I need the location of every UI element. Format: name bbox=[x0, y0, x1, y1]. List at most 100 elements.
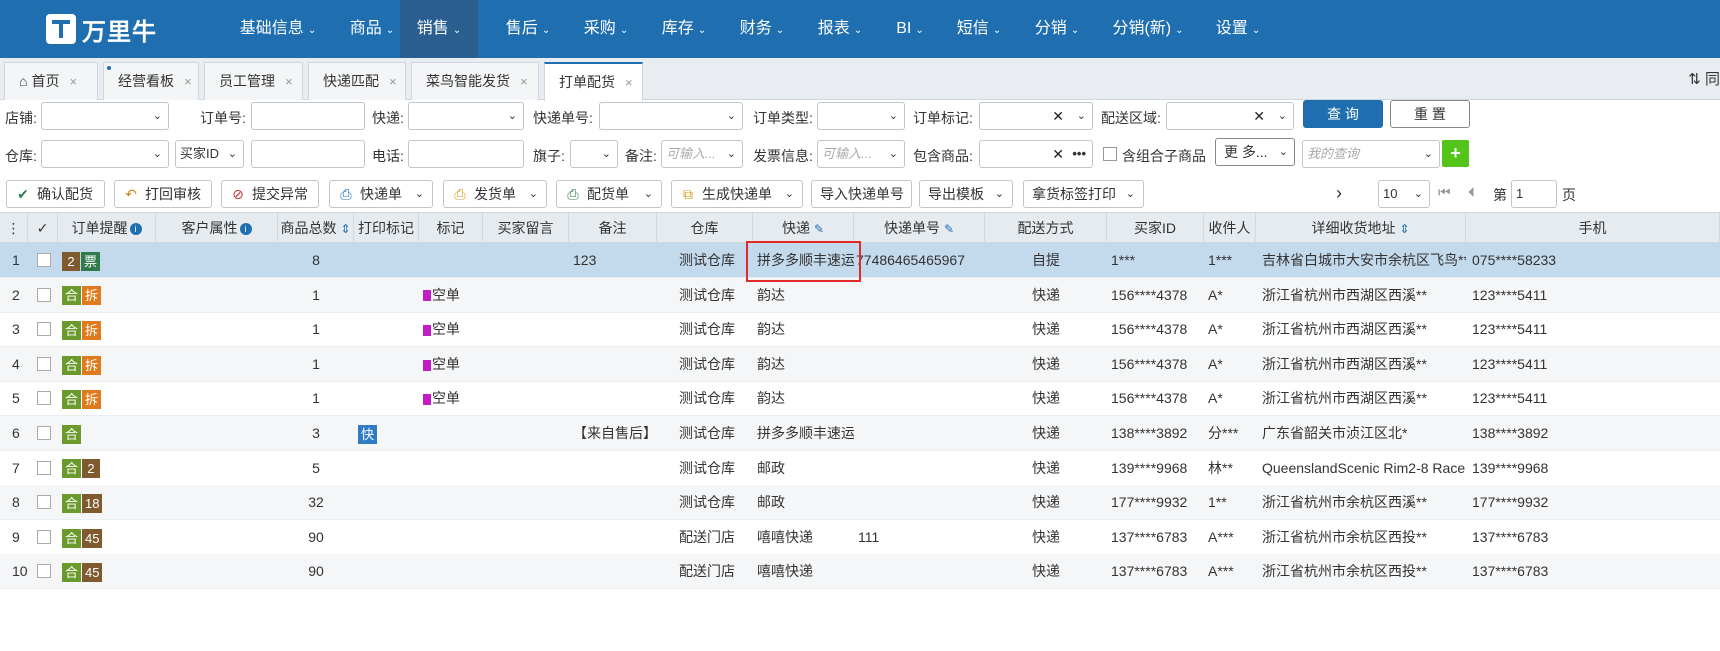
table-row[interactable]: 合 18 8 32 测试仓库 邮政 快递 177****9932 1** 浙江省杭州市余杭区西溪*… bbox=[0, 485, 1720, 521]
nav-item[interactable]: 采购 ⌄ bbox=[574, 0, 638, 58]
column-header[interactable]: 商品总数 ⇕ bbox=[278, 213, 354, 243]
clear-icon[interactable]: ✕ bbox=[1052, 141, 1064, 167]
column-header[interactable]: 配送方式 bbox=[985, 213, 1107, 243]
flag-select[interactable]: ⌄ bbox=[570, 140, 618, 168]
table-row[interactable]: 合 45 10 90 配送门店 嘻嘻快递 快递 137****6783 A*** 浙江省杭州市余杭… bbox=[0, 554, 1720, 590]
row-checkbox[interactable] bbox=[37, 529, 51, 544]
close-icon[interactable]: × bbox=[520, 74, 528, 89]
nav-item[interactable]: 库存 ⌄ bbox=[652, 0, 716, 58]
row-checkbox[interactable] bbox=[37, 391, 51, 406]
add-query-button[interactable]: + bbox=[1442, 140, 1469, 167]
nav-item[interactable]: 售后 ⌄ bbox=[496, 0, 560, 58]
toolbar-button[interactable]: ⎙ 快递单 ⌄ bbox=[329, 180, 433, 208]
shop-select[interactable]: ⌄ bbox=[41, 102, 169, 130]
warehouse-select[interactable]: ⌄ bbox=[41, 140, 169, 168]
toolbar-button[interactable]: ↶ 打回审核 bbox=[114, 180, 212, 208]
express-select[interactable]: ⌄ bbox=[408, 102, 524, 130]
column-header[interactable]: 详细收货地址 ⇕ bbox=[1256, 213, 1466, 243]
tab-item[interactable]: 打单配货 × bbox=[544, 62, 643, 101]
nav-item[interactable]: BI ⌄ bbox=[886, 0, 934, 58]
column-header[interactable]: 打印标记 bbox=[354, 213, 419, 243]
column-header[interactable]: 买家留言 bbox=[483, 213, 569, 243]
tracking-no-select[interactable]: ⌄ bbox=[599, 102, 743, 130]
prev-page-icon[interactable]: ⏴ bbox=[1468, 184, 1475, 201]
tab-item[interactable]: 员工管理 × bbox=[204, 62, 303, 100]
order-no-input[interactable] bbox=[251, 102, 365, 130]
row-checkbox[interactable] bbox=[37, 253, 51, 267]
clear-icon[interactable]: ✕ bbox=[1253, 103, 1265, 129]
column-header[interactable]: 备注 bbox=[569, 213, 657, 243]
table-row[interactable]: 合 45 9 90 配送门店 嘻嘻快递 111 快递 137****6783 A*** 浙江省杭州市… bbox=[0, 520, 1720, 555]
column-header[interactable]: 标记 bbox=[419, 213, 483, 243]
row-checkbox[interactable] bbox=[37, 495, 51, 510]
table-row[interactable]: 合拆 3 1 空单 测试仓库 韵达 快递 156****4378 A* 浙江省杭州市西湖区西溪**… bbox=[0, 312, 1720, 348]
column-header[interactable]: 客户属性 i bbox=[156, 213, 278, 243]
close-icon[interactable]: × bbox=[184, 74, 192, 89]
nav-item[interactable]: 商品 ⌄ bbox=[340, 0, 404, 58]
reset-button[interactable]: 重 置 bbox=[1390, 100, 1470, 128]
nav-item[interactable]: 分销(新) ⌄ bbox=[1103, 0, 1193, 58]
toolbar-button[interactable]: 导入快递单号 bbox=[811, 180, 912, 208]
row-checkbox[interactable] bbox=[37, 287, 51, 302]
column-header[interactable]: 手机 bbox=[1466, 213, 1720, 243]
table-row[interactable]: 合拆 4 1 空单 测试仓库 韵达 快递 156****4378 A* 浙江省杭州市西湖区西溪**… bbox=[0, 346, 1720, 382]
column-header[interactable]: 快递单号 ✎ bbox=[854, 213, 985, 243]
region-select[interactable]: ✕ ⌄ bbox=[1166, 102, 1294, 130]
nav-item[interactable]: 销售 ⌄ bbox=[400, 0, 478, 58]
column-header[interactable]: ⋮ bbox=[0, 213, 28, 243]
more-filters-button[interactable]: 更 多... ⌄ bbox=[1215, 138, 1295, 166]
contains-goods-input[interactable]: ✕ ••• bbox=[979, 140, 1093, 168]
table-row[interactable]: 合 6 3 快 【来自售后】 测试仓库 拼多多顺丰速运 快递 138****3892 分*** 广东… bbox=[0, 416, 1720, 451]
table-row[interactable]: 合拆 2 1 空单 测试仓库 韵达 快递 156****4378 A* 浙江省杭州市西湖区西溪**… bbox=[0, 277, 1720, 313]
column-header[interactable]: 快递 ✎ bbox=[753, 213, 854, 243]
page-size-select[interactable]: 10 ⌄ bbox=[1378, 180, 1430, 208]
page-number-input[interactable]: 1 bbox=[1511, 180, 1557, 208]
column-header[interactable]: ✓ bbox=[28, 213, 58, 243]
close-icon[interactable]: × bbox=[625, 75, 633, 90]
edit-icon[interactable]: ✎ bbox=[814, 222, 824, 236]
tab-bar-sync-toggle[interactable]: ⇅ 同 bbox=[1688, 68, 1720, 89]
nav-item[interactable]: 基础信息 ⌄ bbox=[233, 0, 323, 58]
table-row[interactable]: 合拆 5 1 空单 测试仓库 韵达 快递 156****4378 A* 浙江省杭州市西湖区西溪**… bbox=[0, 381, 1720, 417]
toolbar-button[interactable]: ⎙ 发货单 ⌄ bbox=[443, 180, 547, 208]
next-arrow-icon[interactable]: › bbox=[1336, 183, 1342, 204]
brand-logo[interactable]: 万里牛 bbox=[46, 13, 157, 46]
table-row[interactable]: 合 2 7 5 测试仓库 邮政 快递 139****9968 林** QueenslandScen… bbox=[0, 451, 1720, 486]
close-icon[interactable]: × bbox=[285, 74, 293, 89]
search-button[interactable]: 查 询 bbox=[1303, 100, 1383, 128]
buyer-id-input[interactable] bbox=[251, 140, 365, 168]
tab-item[interactable]: 经营看板 × bbox=[103, 62, 199, 100]
clear-icon[interactable]: ✕ bbox=[1052, 103, 1064, 129]
row-checkbox[interactable] bbox=[37, 564, 51, 579]
close-icon[interactable]: × bbox=[69, 74, 77, 89]
sort-icon[interactable]: ⇕ bbox=[340, 222, 350, 236]
tab-item[interactable]: ⌂ 首页 × bbox=[4, 62, 98, 100]
remark-input[interactable]: 可输入... ⌄ bbox=[661, 140, 743, 168]
phone-input[interactable] bbox=[408, 140, 524, 168]
nav-item[interactable]: 财务 ⌄ bbox=[730, 0, 794, 58]
nav-item[interactable]: 分销 ⌄ bbox=[1025, 0, 1089, 58]
nav-item[interactable]: 设置 ⌄ bbox=[1206, 0, 1270, 58]
column-header[interactable]: 买家ID bbox=[1107, 213, 1204, 243]
row-checkbox[interactable] bbox=[37, 356, 51, 371]
tab-item[interactable]: 快递匹配 × bbox=[308, 62, 406, 100]
order-mark-select[interactable]: ✕ ⌄ bbox=[979, 102, 1093, 130]
sort-icon[interactable]: ⇕ bbox=[1399, 222, 1409, 236]
my-query-select[interactable]: 我的查询 ⌄ bbox=[1302, 140, 1440, 168]
first-page-icon[interactable]: ⏮ bbox=[1438, 184, 1451, 201]
nav-item[interactable]: 报表 ⌄ bbox=[808, 0, 872, 58]
toolbar-button[interactable]: 导出模板 ⌄ bbox=[919, 180, 1013, 208]
toolbar-button[interactable]: ⧉ 生成快递单 ⌄ bbox=[671, 180, 803, 208]
column-header[interactable]: 仓库 bbox=[657, 213, 753, 243]
close-icon[interactable]: × bbox=[389, 74, 397, 89]
toolbar-button[interactable]: ⊘ 提交异常 bbox=[221, 180, 319, 208]
tab-item[interactable]: 菜鸟智能发货 × bbox=[411, 62, 539, 100]
row-checkbox[interactable] bbox=[37, 460, 51, 475]
toolbar-button[interactable]: ✔ 确认配货 bbox=[6, 180, 105, 208]
edit-icon[interactable]: ✎ bbox=[944, 222, 954, 236]
nav-item[interactable]: 短信 ⌄ bbox=[947, 0, 1011, 58]
column-header[interactable]: 订单提醒 i bbox=[58, 213, 156, 243]
toolbar-button[interactable]: ⎙ 配货单 ⌄ bbox=[556, 180, 662, 208]
row-checkbox[interactable] bbox=[37, 322, 51, 337]
row-checkbox[interactable] bbox=[37, 426, 51, 440]
